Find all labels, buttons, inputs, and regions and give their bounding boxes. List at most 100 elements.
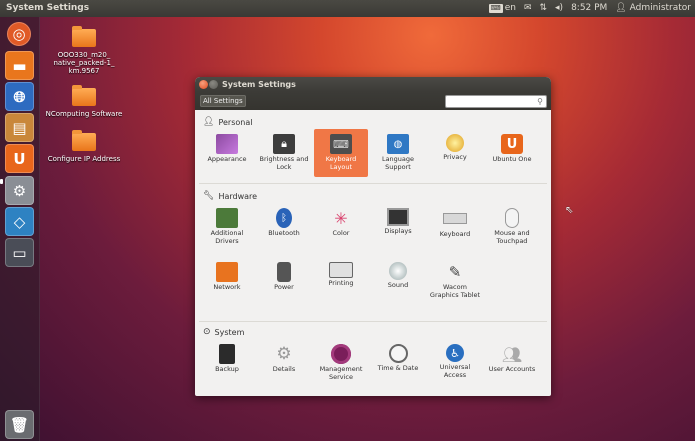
minimize-window-button[interactable] [209,80,218,89]
office-icon[interactable]: ▤ [5,113,34,142]
keyboard-indicator[interactable]: ⌨ en [488,0,516,17]
item-label: Privacy [443,153,467,161]
window-title: System Settings [222,80,296,89]
section-divider [199,321,547,322]
item-label: Additional Drivers [210,229,244,245]
item-label: Sound [387,281,409,289]
person-icon: 👤︎ [203,117,215,127]
mail-icon[interactable]: ✉ [524,0,532,17]
indicator-area: ⌨ en ✉ ⇅ ◂) 8:52 PM 👤︎ Administrator [488,0,691,17]
window-toolbar: All Settings ⚲ [195,92,551,110]
network-arrows-icon[interactable]: ⇅ [539,0,547,17]
firefox-icon[interactable]: 🌐︎ [5,82,34,111]
desktop-icon-label: OOO330_m20_ native_packed-1_ km.9567 [53,51,115,75]
item-displays[interactable]: Displays [371,203,425,251]
desktop-icon-folder-2[interactable]: NComputing Software [44,85,124,118]
item-user-accounts[interactable]: 👥︎ User Accounts [485,339,539,387]
desktop-icon-label: NComputing Software [45,110,123,118]
section-system-header: ⊙ System [203,327,244,337]
item-brightness-lock[interactable]: 🔒︎ Brightness and Lock [257,129,311,177]
dash-home-icon[interactable]: ◎ [7,22,31,46]
color-icon: ✳ [334,208,348,228]
user-indicator[interactable]: 👤︎ Administrator [615,0,691,17]
item-ubuntu-one[interactable]: U Ubuntu One [485,129,539,177]
top-panel-title: System Settings [6,3,90,13]
item-details[interactable]: ⚙ Details [257,339,311,387]
clock-icon [388,344,408,363]
item-label: Ubuntu One [492,155,532,163]
launcher: ◎ ▬ 🌐︎ ▤ U ⚙ ◇ ▭ 🗑︎ [0,17,40,441]
keyboard-icon [443,213,467,224]
item-backup[interactable]: Backup [200,339,254,387]
ubuntu-one-icon: U [501,134,523,154]
item-label: Keyboard [439,230,471,238]
item-appearance[interactable]: Appearance [200,129,254,177]
close-window-button[interactable] [199,80,208,89]
item-color[interactable]: ✳ Color [314,203,368,251]
volume-icon[interactable]: ◂) [555,0,563,17]
item-label: Details [272,365,296,373]
trash-icon[interactable]: 🗑︎ [5,410,34,439]
desktop-icon-label: Configure IP Address [47,155,121,163]
item-privacy[interactable]: Privacy [428,129,482,177]
section-title: System [214,327,245,337]
folder-icon [72,130,96,151]
running-indicator [0,179,3,184]
item-management-service[interactable]: Management Service [314,339,368,387]
software-center-icon[interactable]: ◇ [5,207,34,236]
search-input[interactable]: ⚲ [445,95,547,108]
privacy-icon [446,134,464,152]
item-bluetooth[interactable]: ᛒ Bluetooth [257,203,311,251]
item-language-support[interactable]: ◍ Language Support [371,129,425,177]
power-icon [277,262,291,282]
desktop-icon-folder-1[interactable]: OOO330_m20_ native_packed-1_ km.9567 [44,26,124,75]
item-printing[interactable]: Printing [314,257,368,305]
item-power[interactable]: Power [257,257,311,305]
item-label: Keyboard Layout [325,155,357,171]
backup-icon [219,344,235,364]
mouse-cursor-icon: ⇖ [565,205,574,216]
item-universal-access[interactable]: ♿︎ Universal Access [428,339,482,387]
item-label: Bluetooth [268,229,300,237]
section-title: Hardware [218,191,258,201]
system-settings-launcher-icon[interactable]: ⚙ [5,176,34,205]
clock-indicator[interactable]: 8:52 PM [571,0,607,17]
brightness-icon: 🔒︎ [273,134,295,154]
item-label: Mouse and Touchpad [494,229,530,245]
system-icon: ⊙ [203,327,211,337]
item-label: Language Support [381,155,415,171]
item-keyboard[interactable]: Keyboard [428,203,482,251]
section-hardware-header: 🔧︎ Hardware [203,191,257,201]
management-icon [331,344,351,364]
all-settings-button[interactable]: All Settings [200,95,246,107]
item-label: User Accounts [488,365,536,373]
folder-icon [72,85,96,106]
bluetooth-icon: ᛒ [276,208,292,228]
language-icon: ◍ [387,134,409,154]
folder-icon [72,26,96,47]
item-mouse-touchpad[interactable]: Mouse and Touchpad [485,203,539,251]
users-icon: 👥︎ [501,344,523,364]
desktop-icon-folder-3[interactable]: Configure IP Address [44,130,124,163]
item-keyboard-layout[interactable]: ⌨ Keyboard Layout [314,129,368,177]
item-time-date[interactable]: Time & Date [371,339,425,387]
ubuntu-one-launcher-icon[interactable]: U [5,144,34,173]
top-panel: System Settings ⌨ en ✉ ⇅ ◂) 8:52 PM 👤︎ A… [0,0,695,17]
section-divider [199,183,547,184]
appearance-icon [216,134,238,154]
item-label: Network [213,283,241,291]
item-network[interactable]: Network [200,257,254,305]
item-label: Backup [215,365,239,373]
item-additional-drivers[interactable]: Additional Drivers [200,203,254,251]
printer-icon [329,262,353,278]
accessibility-icon: ♿︎ [446,344,464,362]
window-titlebar[interactable]: System Settings [195,77,551,92]
workspaces-icon[interactable]: ▭ [5,238,34,267]
item-label: Appearance [207,155,247,163]
item-sound[interactable]: Sound [371,257,425,305]
drivers-icon [216,208,238,228]
files-icon[interactable]: ▬ [5,51,34,80]
item-label: Brightness and Lock [259,155,309,171]
item-label: Power [274,283,294,291]
item-wacom[interactable]: ✎ Wacom Graphics Tablet [428,257,482,315]
